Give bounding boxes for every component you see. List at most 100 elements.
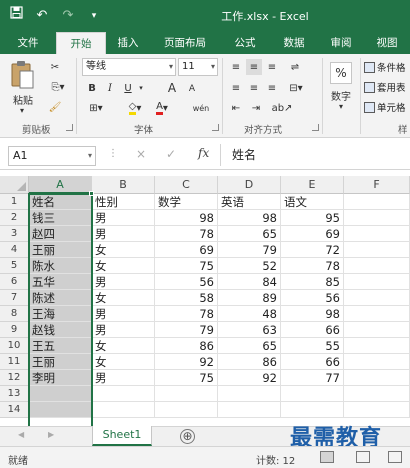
- grow-font-button[interactable]: A: [164, 80, 180, 96]
- column-header-a[interactable]: A: [29, 176, 92, 194]
- table-cell[interactable]: 63: [218, 322, 281, 338]
- tab-insert[interactable]: 插入: [106, 32, 150, 54]
- table-cell[interactable]: [344, 338, 410, 354]
- table-cell[interactable]: 赵四: [29, 226, 92, 242]
- page-layout-view-icon[interactable]: [356, 451, 370, 463]
- row-header[interactable]: 3: [0, 226, 29, 242]
- table-cell[interactable]: [344, 290, 410, 306]
- table-cell[interactable]: 钱三: [29, 210, 92, 226]
- table-cell[interactable]: [155, 386, 218, 402]
- row-header[interactable]: 8: [0, 306, 29, 322]
- table-cell[interactable]: 五华: [29, 274, 92, 290]
- row-header[interactable]: 9: [0, 322, 29, 338]
- table-cell[interactable]: 78: [155, 306, 218, 322]
- select-all-button[interactable]: [0, 176, 29, 194]
- tab-review[interactable]: 审阅: [318, 32, 364, 54]
- table-cell[interactable]: 75: [155, 370, 218, 386]
- chevron-down-icon[interactable]: ▾: [333, 101, 349, 111]
- table-cell[interactable]: 56: [281, 290, 344, 306]
- table-cell[interactable]: [344, 306, 410, 322]
- table-cell[interactable]: 女: [92, 290, 155, 306]
- align-right-icon[interactable]: ≡: [264, 80, 280, 96]
- paste-icon[interactable]: [10, 60, 36, 90]
- table-cell[interactable]: [344, 242, 410, 258]
- table-cell[interactable]: 65: [218, 338, 281, 354]
- cell-styles-button[interactable]: 单元格: [364, 98, 406, 116]
- add-sheet-icon[interactable]: ⊕: [180, 429, 195, 444]
- formula-input[interactable]: 姓名: [232, 146, 256, 163]
- table-cell[interactable]: 48: [218, 306, 281, 322]
- table-cell[interactable]: 女: [92, 354, 155, 370]
- tab-page-layout[interactable]: 页面布局: [150, 32, 220, 54]
- table-cell[interactable]: 王五: [29, 338, 92, 354]
- page-break-view-icon[interactable]: [388, 451, 402, 463]
- table-cell[interactable]: 95: [281, 210, 344, 226]
- row-header[interactable]: 4: [0, 242, 29, 258]
- column-header-f[interactable]: F: [344, 176, 410, 194]
- row-header[interactable]: 14: [0, 402, 29, 418]
- borders-icon[interactable]: ⊞▾: [84, 100, 108, 116]
- fill-color-icon[interactable]: ◇ ▾: [122, 100, 148, 116]
- table-cell[interactable]: [29, 386, 92, 402]
- row-header[interactable]: 2: [0, 210, 29, 226]
- table-cell[interactable]: [344, 226, 410, 242]
- underline-button[interactable]: U: [120, 80, 136, 96]
- table-cell[interactable]: 84: [218, 274, 281, 290]
- table-cell[interactable]: 52: [218, 258, 281, 274]
- table-cell[interactable]: 王丽: [29, 354, 92, 370]
- row-header[interactable]: 1: [0, 194, 29, 210]
- table-cell[interactable]: [218, 402, 281, 418]
- table-cell[interactable]: 66: [281, 354, 344, 370]
- format-as-table-button[interactable]: 套用表: [364, 78, 406, 96]
- table-cell[interactable]: [344, 402, 410, 418]
- header-cell[interactable]: [344, 194, 410, 210]
- cut-icon[interactable]: ✂: [46, 59, 64, 75]
- table-cell[interactable]: [344, 258, 410, 274]
- table-cell[interactable]: [344, 274, 410, 290]
- table-cell[interactable]: [344, 322, 410, 338]
- font-size-combo[interactable]: 11 ▾: [178, 58, 218, 76]
- tab-home[interactable]: 开始: [56, 32, 106, 54]
- table-cell[interactable]: 92: [155, 354, 218, 370]
- worksheet-grid[interactable]: A B C D E F 1 姓名 性别 数学 英语 语文 2 钱三男 98 98 95 3 赵四男 78 65 69 4 王丽…: [0, 176, 410, 426]
- table-cell[interactable]: 75: [155, 258, 218, 274]
- tab-view[interactable]: 视图: [364, 32, 410, 54]
- table-cell[interactable]: 69: [155, 242, 218, 258]
- merge-center-icon[interactable]: ⊟▾: [284, 80, 308, 96]
- table-cell[interactable]: 69: [281, 226, 344, 242]
- next-sheet-icon[interactable]: ▶: [48, 430, 54, 439]
- table-cell[interactable]: 女: [92, 242, 155, 258]
- table-cell[interactable]: 王海: [29, 306, 92, 322]
- underline-dropdown-icon[interactable]: ▾: [136, 80, 146, 96]
- orientation-icon[interactable]: ab↗: [270, 100, 294, 116]
- table-cell[interactable]: 85: [281, 274, 344, 290]
- column-header-b[interactable]: B: [92, 176, 155, 194]
- table-cell[interactable]: 78: [155, 226, 218, 242]
- table-cell[interactable]: 89: [218, 290, 281, 306]
- enter-icon[interactable]: ✓: [166, 147, 176, 161]
- font-color-button[interactable]: A ▾: [150, 100, 174, 116]
- row-header[interactable]: 11: [0, 354, 29, 370]
- align-left-icon[interactable]: ≡: [228, 80, 244, 96]
- table-cell[interactable]: 55: [281, 338, 344, 354]
- table-cell[interactable]: 65: [218, 226, 281, 242]
- row-header[interactable]: 13: [0, 386, 29, 402]
- row-header[interactable]: 5: [0, 258, 29, 274]
- phonetic-guide-button[interactable]: wén: [188, 100, 214, 116]
- column-header-e[interactable]: E: [281, 176, 344, 194]
- align-middle-icon[interactable]: ≡: [246, 59, 262, 75]
- column-header-d[interactable]: D: [218, 176, 281, 194]
- table-cell[interactable]: 男: [92, 226, 155, 242]
- shrink-font-button[interactable]: A: [184, 81, 200, 97]
- fill-handle[interactable]: [89, 191, 94, 196]
- table-cell[interactable]: 56: [155, 274, 218, 290]
- splitter-handle[interactable]: ⋮: [108, 148, 118, 159]
- decrease-indent-icon[interactable]: ⇤: [228, 100, 244, 116]
- row-header[interactable]: 10: [0, 338, 29, 354]
- copy-icon[interactable]: ⎘▾: [46, 79, 70, 95]
- table-cell[interactable]: 男: [92, 306, 155, 322]
- table-cell[interactable]: 66: [281, 322, 344, 338]
- table-cell[interactable]: [155, 402, 218, 418]
- row-header[interactable]: 6: [0, 274, 29, 290]
- align-center-icon[interactable]: ≡: [246, 80, 262, 96]
